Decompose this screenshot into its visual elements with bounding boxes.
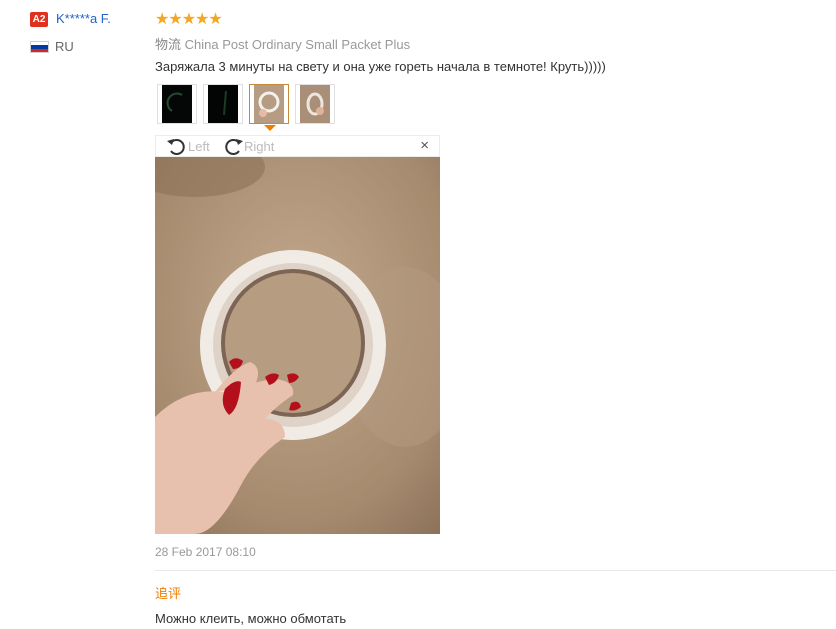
star-rating: ★★★★★ (155, 11, 223, 28)
tape-ring-photo-icon (254, 85, 284, 123)
reviewer-country: RU (55, 39, 74, 54)
glow-dark-photo-icon (208, 85, 238, 123)
review-text: Заряжала 3 минуты на свету и она уже гор… (155, 59, 606, 74)
rotate-right-label: Right (244, 138, 275, 154)
glow-dark-photo-icon (162, 85, 192, 123)
rotate-left-label: Left (188, 138, 210, 154)
photo-thumbnail[interactable] (157, 84, 197, 124)
photo-viewer-toolbar: Left Right × (155, 135, 440, 157)
close-viewer-button[interactable]: × (420, 137, 429, 154)
rotate-left-button[interactable]: Left (166, 136, 210, 156)
rotate-left-icon (167, 139, 185, 155)
tape-ring-photo-icon (300, 85, 330, 123)
rotate-right-icon (225, 139, 243, 155)
photo-thumbnail-active[interactable] (249, 84, 289, 131)
additional-review-text: Можно клеить, можно обмотать (155, 611, 347, 626)
reviewer-name: K*****a F. (56, 11, 111, 26)
shipping-label: 物流 (155, 37, 182, 52)
photo-thumbnail[interactable] (203, 84, 243, 124)
shipping-info: 物流 China Post Ordinary Small Packet Plus (155, 34, 410, 53)
active-thumbnail-caret (264, 125, 276, 131)
additional-review-label: 追评 (155, 586, 182, 601)
section-divider (155, 570, 836, 571)
review-photo-thumbnails (157, 84, 335, 131)
photo-thumbnail[interactable] (295, 84, 335, 124)
rotate-right-button[interactable]: Right (222, 136, 274, 156)
shipping-method: China Post Ordinary Small Packet Plus (184, 37, 411, 52)
russia-flag-icon (30, 41, 49, 53)
review-photo-large (155, 157, 440, 534)
buyer-level-badge: A2 (30, 12, 48, 27)
review-date: 28 Feb 2017 08:10 (155, 545, 256, 559)
